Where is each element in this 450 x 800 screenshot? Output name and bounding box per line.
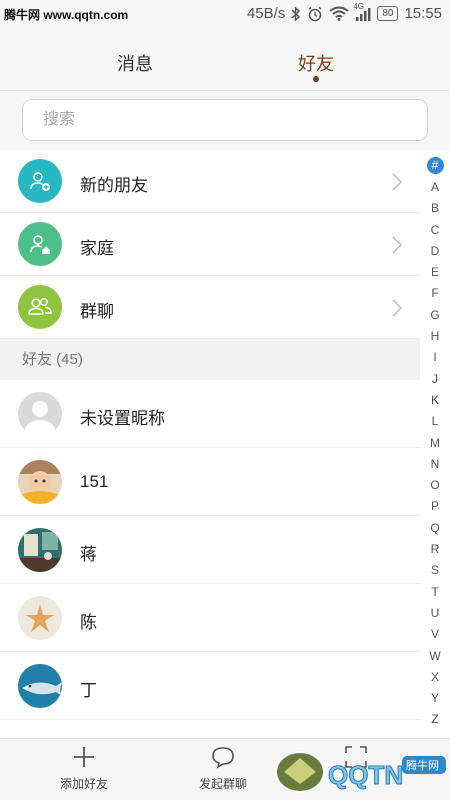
index-letter-y[interactable]: Y bbox=[431, 688, 439, 709]
index-letter-v[interactable]: V bbox=[431, 624, 439, 645]
new-friends-row[interactable]: 新的朋友 bbox=[0, 150, 420, 213]
top-tabs: 消息 好友 bbox=[0, 32, 450, 90]
add-friend-label: 添加好友 bbox=[60, 777, 109, 791]
friend-name: 蒋 bbox=[80, 545, 97, 564]
friend-row[interactable]: 陈 bbox=[0, 584, 420, 652]
index-letter-t[interactable]: T bbox=[431, 582, 438, 603]
search-input[interactable]: 搜索 bbox=[22, 99, 428, 141]
baby-photo-avatar bbox=[18, 460, 62, 504]
index-letter-s[interactable]: S bbox=[431, 560, 439, 581]
index-letter-k[interactable]: K bbox=[431, 390, 439, 411]
index-letter-b[interactable]: B bbox=[431, 198, 439, 219]
start-group-label: 发起群聊 bbox=[199, 777, 248, 791]
index-letter-p[interactable]: P bbox=[431, 496, 439, 517]
clock: 15:55 bbox=[404, 5, 442, 22]
signal-icon: 4G bbox=[353, 2, 371, 22]
status-icons: 45B/s 4G 80 15:55 bbox=[246, 2, 442, 23]
index-letter-e[interactable]: E bbox=[431, 262, 439, 283]
index-letter-q[interactable]: Q bbox=[430, 518, 439, 539]
friend-row[interactable]: 151 bbox=[0, 448, 420, 516]
friend-row[interactable]: 丁 bbox=[0, 652, 420, 720]
family-row[interactable]: 家庭 bbox=[0, 213, 420, 276]
add-person-icon bbox=[18, 159, 62, 203]
network-type: 4G bbox=[353, 1, 364, 11]
friends-section-header: 好友 (45) bbox=[0, 339, 420, 380]
search-area: 搜索 bbox=[0, 90, 450, 150]
friend-name: 151 bbox=[80, 472, 109, 491]
chevron-right-icon bbox=[392, 173, 402, 191]
tab-messages[interactable]: 消息 bbox=[117, 50, 153, 76]
friend-row[interactable]: 蒋 bbox=[0, 516, 420, 584]
index-letter-h[interactable]: H bbox=[431, 326, 440, 347]
watermark-text: 腾牛网 www.qqtn.com bbox=[4, 8, 129, 22]
wifi-icon bbox=[329, 6, 349, 21]
index-letter-i[interactable]: I bbox=[433, 347, 436, 368]
index-letter-c[interactable]: C bbox=[431, 220, 440, 241]
shark-photo-avatar bbox=[18, 664, 62, 708]
tab-friends[interactable]: 好友 bbox=[298, 50, 334, 76]
index-letter-w[interactable]: W bbox=[429, 646, 440, 667]
index-letter-m[interactable]: M bbox=[430, 433, 440, 454]
status-bar: 腾牛网 www.qqtn.com 45B/s 4G 80 15:55 bbox=[0, 0, 450, 32]
alarm-icon bbox=[307, 6, 323, 22]
alphabet-index[interactable]: # A B C D E F G H I J K L M N O P Q R S T U V W X Y Z bbox=[426, 157, 444, 731]
index-letter-l[interactable]: L bbox=[432, 411, 439, 432]
index-letter-n[interactable]: N bbox=[431, 454, 440, 475]
friend-name: 丁 bbox=[80, 681, 97, 700]
group-chat-label: 群聊 bbox=[80, 302, 114, 321]
index-letter-r[interactable]: R bbox=[431, 539, 440, 560]
index-letter-x[interactable]: X bbox=[431, 667, 439, 688]
default-avatar bbox=[18, 392, 62, 436]
index-letter-a[interactable]: A bbox=[431, 177, 439, 198]
bluetooth-icon bbox=[291, 5, 301, 22]
index-letter-j[interactable]: J bbox=[432, 369, 438, 390]
contacts-list: 新的朋友 家庭 群聊 好友 (45) 未设置昵称 151 蒋 陈 丁 bbox=[0, 150, 420, 720]
index-letter-d[interactable]: D bbox=[431, 241, 440, 262]
friend-name: 未设置昵称 bbox=[80, 409, 165, 428]
family-person-icon bbox=[18, 222, 62, 266]
index-letter-f[interactable]: F bbox=[431, 283, 438, 304]
starfish-photo-avatar bbox=[18, 596, 62, 640]
plus-icon bbox=[74, 747, 94, 767]
chevron-right-icon bbox=[392, 299, 402, 317]
active-tab-indicator bbox=[313, 76, 319, 82]
svg-text:QQTN: QQTN bbox=[328, 760, 403, 790]
index-letter-g[interactable]: G bbox=[430, 305, 439, 326]
group-icon bbox=[18, 285, 62, 329]
index-letter-z[interactable]: Z bbox=[431, 709, 438, 730]
qqtn-logo: QQTN 腾牛网 bbox=[270, 744, 448, 796]
logo-badge-text: 腾牛网 bbox=[406, 760, 439, 772]
index-letter-o[interactable]: O bbox=[430, 475, 439, 496]
new-friends-label: 新的朋友 bbox=[80, 176, 148, 195]
index-letter-hash[interactable]: # bbox=[426, 157, 444, 174]
room-photo-avatar bbox=[18, 528, 62, 572]
family-label: 家庭 bbox=[80, 239, 114, 258]
battery-indicator: 80 bbox=[377, 6, 399, 21]
chat-bubble-icon bbox=[212, 747, 234, 769]
chevron-right-icon bbox=[392, 236, 402, 254]
friend-name: 陈 bbox=[80, 613, 97, 632]
add-friend-button[interactable]: 添加好友 bbox=[60, 745, 108, 792]
network-speed: 45B/s bbox=[246, 5, 286, 22]
group-chat-row[interactable]: 群聊 bbox=[0, 276, 420, 339]
friend-row[interactable]: 未设置昵称 bbox=[0, 380, 420, 448]
start-group-button[interactable]: 发起群聊 bbox=[199, 745, 247, 792]
index-letter-u[interactable]: U bbox=[431, 603, 440, 624]
